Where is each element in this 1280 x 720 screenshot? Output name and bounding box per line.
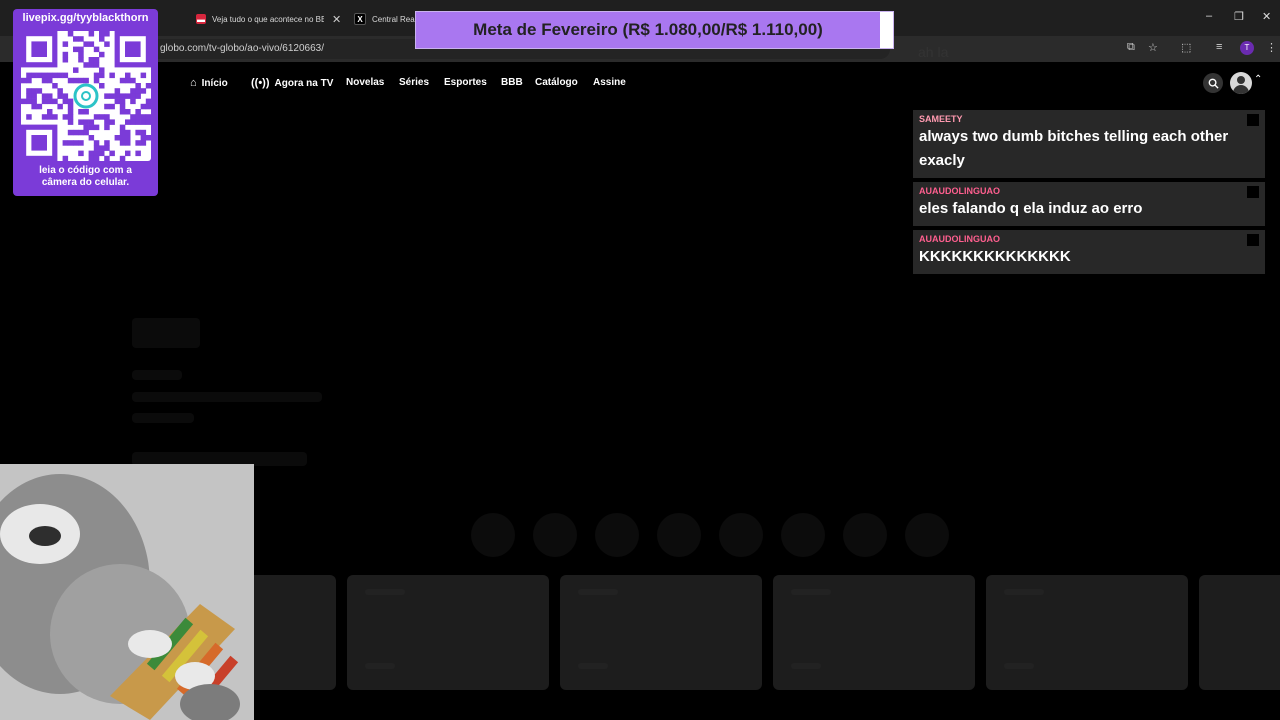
home-icon: ⌂ bbox=[190, 77, 197, 89]
content-card[interactable] bbox=[1199, 575, 1280, 690]
search-button[interactable] bbox=[1203, 73, 1223, 93]
skeleton-circle bbox=[533, 513, 577, 557]
nav-label: Agora na TV bbox=[274, 77, 334, 89]
cast-icon[interactable]: ⧉ bbox=[1127, 41, 1135, 54]
nav-item-inicio[interactable]: ⌂ Início bbox=[190, 77, 228, 89]
livepix-qr-panel: livepix.gg/tyyblackthorn leia o código c… bbox=[13, 9, 158, 196]
chat-message: AUAUDOLINGUAO KKKKKKKKKKKKKK bbox=[913, 230, 1265, 274]
globoplay-favicon-icon: ▬ bbox=[196, 14, 206, 24]
nav-label: Novelas bbox=[346, 77, 385, 88]
bookmark-star-icon[interactable]: ☆ bbox=[1148, 41, 1158, 54]
chat-username: SAMEETY bbox=[919, 114, 963, 124]
chat-message: AUAUDOLINGUAO eles falando q ela induz a… bbox=[913, 182, 1265, 226]
chat-text: eles falando q ela induz ao erro bbox=[919, 200, 1143, 217]
content-card[interactable] bbox=[347, 575, 549, 690]
nav-item-esportes[interactable]: Esportes bbox=[444, 77, 487, 88]
close-window-icon[interactable]: ✕ bbox=[1262, 10, 1271, 23]
content-card[interactable] bbox=[773, 575, 975, 690]
badge-icon bbox=[1247, 234, 1259, 246]
nav-label: Catálogo bbox=[535, 77, 578, 88]
chat-text: KKKKKKKKKKKKKK bbox=[919, 248, 1071, 265]
skeleton-circle bbox=[843, 513, 887, 557]
webcam-raccoon-video bbox=[0, 464, 254, 720]
tab-title: Veja tudo o que acontece no BBB bbox=[212, 14, 324, 24]
qr-header: livepix.gg/tyyblackthorn bbox=[22, 12, 149, 24]
skeleton-circle bbox=[781, 513, 825, 557]
nav-item-novelas[interactable]: Novelas bbox=[346, 77, 384, 88]
close-tab-icon[interactable]: ✕ bbox=[332, 13, 341, 26]
goal-text: Meta de Fevereiro (R$ 1.080,00/R$ 1.110,… bbox=[473, 20, 823, 39]
skeleton-circle bbox=[657, 513, 701, 557]
content-card[interactable] bbox=[986, 575, 1188, 690]
chat-username: AUAUDOLINGUAO bbox=[919, 234, 1000, 244]
reading-list-icon[interactable]: ≡ bbox=[1216, 41, 1222, 53]
qr-caption: leia o código com a câmera do celular. bbox=[13, 165, 158, 189]
skeleton-line bbox=[132, 370, 182, 380]
content-card[interactable] bbox=[560, 575, 762, 690]
skeleton-line bbox=[132, 413, 194, 423]
browser-tab-central-reality[interactable]: X Central Reality bbox=[354, 7, 422, 31]
nav-item-catalogo[interactable]: Catálogo bbox=[535, 77, 578, 88]
raccoon-icon bbox=[0, 464, 254, 720]
nav-item-agora-na-tv[interactable]: ((•)) Agora na TV bbox=[251, 77, 333, 89]
skeleton-circle bbox=[471, 513, 515, 557]
profile-avatar[interactable]: T bbox=[1240, 41, 1254, 55]
nav-item-series[interactable]: Séries bbox=[399, 77, 429, 88]
skeleton-line bbox=[132, 392, 322, 402]
nav-label: Séries bbox=[399, 77, 430, 88]
nav-label: Assine bbox=[593, 77, 626, 88]
chat-text: always two dumb bitches telling each oth… bbox=[919, 128, 1229, 169]
url-text[interactable]: globo.com/tv-globo/ao-vivo/6120663/ bbox=[160, 43, 324, 54]
badge-icon bbox=[1247, 114, 1259, 126]
skeleton-circle bbox=[595, 513, 639, 557]
faded-chat-text: ah la bbox=[918, 44, 949, 60]
x-favicon-icon: X bbox=[354, 13, 366, 25]
qr-caption-line: leia o código com a bbox=[39, 165, 132, 176]
chat-message: SAMEETY always two dumb bitches telling … bbox=[913, 110, 1265, 178]
extensions-icon[interactable]: ⬚ bbox=[1181, 41, 1191, 54]
restore-icon[interactable]: ❐ bbox=[1234, 10, 1244, 23]
qr-caption-line: câmera do celular. bbox=[41, 177, 130, 188]
chevron-up-icon[interactable]: ⌃ bbox=[1254, 74, 1262, 85]
minimize-icon[interactable]: – bbox=[1206, 10, 1212, 22]
nav-label: Esportes bbox=[444, 77, 487, 88]
chat-username: AUAUDOLINGUAO bbox=[919, 186, 1000, 196]
menu-kebab-icon[interactable]: ⋮ bbox=[1266, 41, 1277, 54]
nav-label: Início bbox=[201, 77, 228, 89]
nav-item-bbb[interactable]: BBB bbox=[501, 77, 523, 88]
user-avatar-icon[interactable] bbox=[1230, 72, 1252, 94]
skeleton-block bbox=[132, 318, 200, 348]
goal-remaining-segment bbox=[880, 12, 893, 48]
donation-goal-bar: Meta de Fevereiro (R$ 1.080,00/R$ 1.110,… bbox=[415, 11, 894, 49]
browser-tab-bbb[interactable]: ▬ Veja tudo o que acontece no BBB ✕ bbox=[196, 7, 341, 31]
search-icon bbox=[1208, 78, 1219, 89]
skeleton-circle bbox=[905, 513, 949, 557]
nav-item-assine[interactable]: Assine bbox=[593, 77, 626, 88]
site-navigation: ⌂ Início ((•)) Agora na TV Novelas Série… bbox=[0, 62, 1280, 106]
qr-code-icon bbox=[21, 31, 152, 162]
broadcast-icon: ((•)) bbox=[251, 77, 270, 89]
badge-icon bbox=[1247, 186, 1259, 198]
nav-label: BBB bbox=[501, 77, 523, 88]
skeleton-circle bbox=[719, 513, 763, 557]
